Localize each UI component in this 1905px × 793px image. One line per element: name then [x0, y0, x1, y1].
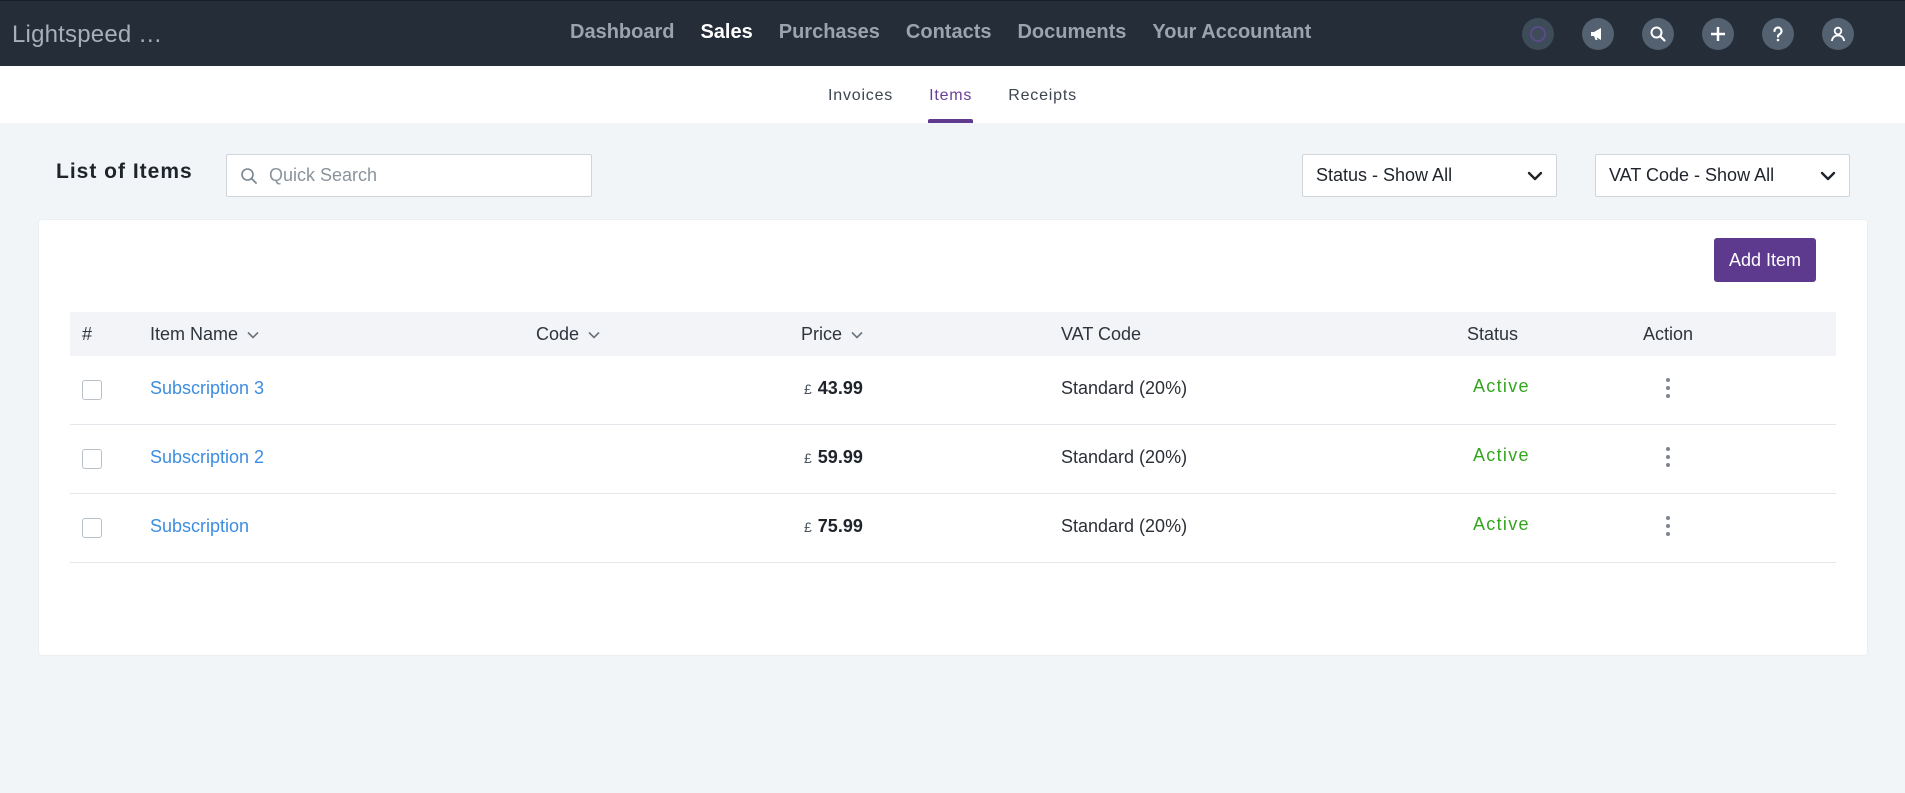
- page-title: List of Items: [56, 160, 193, 183]
- vat-code-filter-value: VAT Code - Show All: [1609, 165, 1775, 185]
- table-row: Subscription 2 £59.99 Standard (20%) Act…: [70, 425, 1836, 494]
- more-actions-icon[interactable]: [1663, 378, 1673, 400]
- col-item-name-label: Item Name: [150, 324, 239, 344]
- sort-chevron-icon: [247, 331, 259, 339]
- item-name-link[interactable]: Subscription: [150, 516, 249, 537]
- status-filter-value: Status - Show All: [1316, 165, 1453, 185]
- nav-dashboard[interactable]: Dashboard: [570, 21, 674, 44]
- tab-invoices[interactable]: Invoices: [828, 87, 893, 123]
- col-status: Status: [1467, 324, 1519, 344]
- user-icon[interactable]: [1822, 18, 1854, 50]
- price-value: 43.99: [817, 378, 863, 398]
- item-price: £59.99: [804, 447, 863, 468]
- row-checkbox[interactable]: [82, 380, 102, 400]
- brand-name[interactable]: Lightspeed …: [12, 21, 163, 49]
- more-actions-icon[interactable]: [1663, 447, 1673, 469]
- nav-contacts[interactable]: Contacts: [906, 21, 992, 44]
- search-icon[interactable]: [1642, 18, 1674, 50]
- row-checkbox[interactable]: [82, 449, 102, 469]
- account-circle-icon[interactable]: [1522, 18, 1554, 50]
- chevron-down-icon: [1820, 171, 1836, 180]
- quick-search[interactable]: [226, 154, 592, 197]
- megaphone-icon[interactable]: [1582, 18, 1614, 50]
- col-action: Action: [1643, 324, 1694, 344]
- status-badge: Active: [1473, 514, 1530, 534]
- sort-chevron-icon: [851, 331, 863, 339]
- item-price: £75.99: [804, 516, 863, 537]
- help-icon[interactable]: [1762, 18, 1794, 50]
- col-price-label: Price: [801, 324, 843, 344]
- currency-symbol: £: [804, 450, 812, 466]
- col-code[interactable]: Code: [536, 324, 601, 345]
- status-badge: Active: [1473, 445, 1530, 465]
- col-number: #: [82, 324, 93, 344]
- nav-documents[interactable]: Documents: [1017, 21, 1126, 44]
- add-item-button[interactable]: Add Item: [1714, 238, 1816, 282]
- col-item-name[interactable]: Item Name: [150, 324, 260, 345]
- currency-symbol: £: [804, 519, 812, 535]
- tab-items[interactable]: Items: [928, 87, 974, 123]
- item-vat-code: Standard (20%): [1061, 516, 1188, 536]
- tab-receipts[interactable]: Receipts: [1008, 87, 1077, 123]
- table-row: Subscription 3 £43.99 Standard (20%) Act…: [70, 356, 1836, 425]
- col-price[interactable]: Price: [801, 324, 864, 345]
- col-vat-code: VAT Code: [1061, 324, 1142, 344]
- item-name-link[interactable]: Subscription 3: [150, 378, 264, 399]
- vat-code-filter[interactable]: VAT Code - Show All: [1595, 154, 1850, 197]
- sort-chevron-icon: [588, 331, 600, 339]
- search-input[interactable]: [269, 165, 579, 186]
- status-filter[interactable]: Status - Show All: [1302, 154, 1557, 197]
- item-vat-code: Standard (20%): [1061, 447, 1188, 467]
- row-checkbox[interactable]: [82, 518, 102, 538]
- price-value: 75.99: [817, 516, 863, 536]
- currency-symbol: £: [804, 381, 812, 397]
- plus-icon[interactable]: [1702, 18, 1734, 50]
- chevron-down-icon: [1527, 171, 1543, 180]
- main-nav: Dashboard Sales Purchases Contacts Docum…: [570, 21, 1311, 44]
- price-value: 59.99: [817, 447, 863, 467]
- table-row: Subscription £75.99 Standard (20%) Activ…: [70, 494, 1836, 563]
- status-badge: Active: [1473, 376, 1530, 396]
- sub-nav: Invoices Items Receipts: [0, 66, 1905, 123]
- item-vat-code: Standard (20%): [1061, 378, 1188, 398]
- col-code-label: Code: [536, 324, 580, 344]
- nav-sales[interactable]: Sales: [700, 21, 752, 44]
- nav-your-accountant[interactable]: Your Accountant: [1152, 21, 1311, 44]
- more-actions-icon[interactable]: [1663, 516, 1673, 538]
- item-name-link[interactable]: Subscription 2: [150, 447, 264, 468]
- nav-purchases[interactable]: Purchases: [779, 21, 880, 44]
- topbar-icons: [1522, 18, 1854, 50]
- item-price: £43.99: [804, 378, 863, 399]
- search-icon: [241, 167, 257, 184]
- table-header: # Item Name Code Price VAT Code Status A…: [70, 312, 1836, 356]
- top-bar: Lightspeed … Dashboard Sales Purchases C…: [0, 0, 1905, 66]
